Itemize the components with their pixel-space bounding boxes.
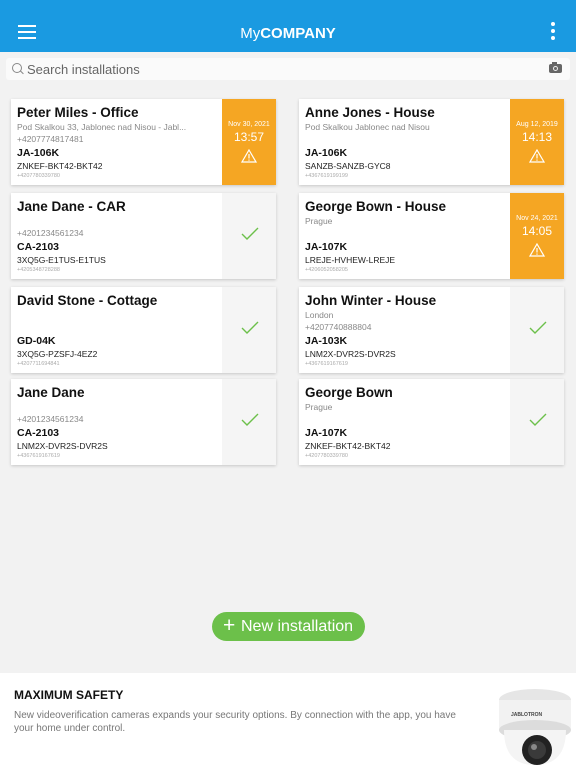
installation-card[interactable]: John Winter - House London +4207740888804 J… — [299, 287, 564, 373]
installation-model: JA-106K — [305, 147, 348, 159]
installation-title: Jane Dane - CAR — [17, 199, 126, 214]
installation-phone: +4207774817481 — [17, 134, 84, 144]
alert-date: Aug 12, 2019 — [516, 121, 558, 128]
installation-phone: +4201234561234 — [17, 228, 84, 238]
security-camera-icon: JABLOTRON — [499, 689, 571, 765]
camera-brand-text: JABLOTRON — [511, 712, 543, 718]
installation-model: CA-2103 — [17, 241, 60, 253]
installation-code: ZNKEF-BKT42-BKT42 — [17, 161, 103, 171]
installation-registration: +4367619167619 — [17, 453, 60, 459]
installation-registration: +4207780339780 — [305, 453, 348, 459]
installation-card[interactable]: David Stone - Cottage GD-04K 3XQ5G-PZSFJ-4… — [11, 287, 276, 373]
status-panel-ok — [222, 379, 276, 465]
installation-phone: +4207740888804 — [305, 322, 372, 332]
camera-icon[interactable] — [549, 62, 562, 73]
check-icon — [529, 321, 547, 334]
installation-card[interactable]: Jane Dane +4201234561234 CA-2103 LNM2X-DVR2… — [11, 379, 276, 465]
status-panel-ok — [222, 193, 276, 279]
installation-model: GD-04K — [17, 335, 56, 347]
installation-model: JA-103K — [305, 335, 348, 347]
status-panel-ok — [510, 287, 564, 373]
alert-time: 14:05 — [521, 224, 553, 238]
warning-icon — [529, 149, 545, 163]
installation-code: ZNKEF-BKT42-BKT42 — [305, 441, 391, 451]
promo-text: New videoverification cameras expands yo… — [14, 710, 456, 734]
warning-icon — [529, 243, 545, 257]
search-bar — [6, 58, 570, 80]
check-icon — [241, 413, 259, 426]
installation-registration: +4205348728288 — [17, 267, 60, 273]
alert-date: Nov 24, 2021 — [516, 215, 558, 222]
installation-code: 3XQ5G-PZSFJ-4EZ2 — [17, 349, 98, 359]
check-icon — [241, 227, 259, 240]
installation-title: Anne Jones - House — [305, 105, 435, 120]
installation-registration: +4207780339780 — [17, 173, 60, 179]
installation-model: JA-106K — [17, 147, 60, 159]
top-app-bar: MyCOMPANY — [0, 0, 576, 52]
installation-model: CA-2103 — [17, 427, 60, 439]
installation-title: George Bown — [305, 385, 393, 400]
installation-code: SANZB-SANZB-GYC8 — [305, 161, 391, 171]
installation-title: David Stone - Cottage — [17, 293, 158, 308]
installation-model: JA-107K — [305, 241, 348, 253]
installation-code: LNM2X-DVR2S-DVR2S — [17, 441, 108, 451]
installation-model: JA-107K — [305, 427, 348, 439]
installation-code: LREJE-HVHEW-LREJE — [305, 255, 396, 265]
installation-registration: +4367619199199 — [305, 173, 348, 179]
warning-icon — [241, 149, 257, 163]
installation-card[interactable]: Jane Dane - CAR +4201234561234 CA-2103 3XQ5… — [11, 193, 276, 279]
brand-logo: MyCOMPANY — [0, 25, 576, 42]
new-installation-label: New installation — [241, 618, 354, 635]
brand-light: My — [240, 25, 261, 42]
installation-address: Prague — [305, 402, 333, 412]
alert-time: 13:57 — [233, 130, 265, 144]
installation-address: Pod Skalkou 33, Jablonec nad Nisou - Jab… — [17, 122, 187, 132]
installation-card[interactable]: George Bown - House Prague JA-107K LREJE-HV… — [299, 193, 564, 279]
installation-registration: +4207711694841 — [17, 361, 60, 367]
check-icon — [529, 413, 547, 426]
installation-title: George Bown - House — [305, 199, 447, 214]
status-panel-alert: Aug 12, 2019 14:13 — [510, 99, 564, 185]
installation-address: Pod Skalkou Jablonec nad Nisou — [305, 122, 430, 132]
installation-code: 3XQ5G-E1TUS-E1TUS — [17, 255, 106, 265]
installation-card[interactable]: Peter Miles - Office Pod Skalkou 33, Jabl… — [11, 99, 276, 185]
installation-address: London — [305, 310, 334, 320]
installation-title: Peter Miles - Office — [17, 105, 139, 120]
installation-card[interactable]: George Bown Prague JA-107K ZNKEF-BKT42-BKT4… — [299, 379, 564, 465]
search-input[interactable] — [27, 60, 527, 78]
new-installation-button[interactable]: + New installation — [212, 612, 365, 641]
status-panel-alert: Nov 30, 2021 13:57 — [222, 99, 276, 185]
status-panel-ok — [510, 379, 564, 465]
check-icon — [241, 321, 259, 334]
installation-registration: +4206052058205 — [305, 267, 348, 273]
installation-title: John Winter - House — [305, 293, 437, 308]
installation-code: LNM2X-DVR2S-DVR2S — [305, 349, 396, 359]
promo-title: MAXIMUM SAFETY — [14, 688, 124, 702]
installation-card[interactable]: Anne Jones - House Pod Skalkou Jablonec n… — [299, 99, 564, 185]
alert-time: 14:13 — [521, 130, 553, 144]
search-icon — [12, 63, 22, 73]
alert-date: Nov 30, 2021 — [228, 121, 270, 128]
installation-title: Jane Dane — [17, 385, 85, 400]
more-options-icon[interactable] — [551, 22, 556, 43]
status-panel-alert: Nov 24, 2021 14:05 — [510, 193, 564, 279]
installation-address: Prague — [305, 216, 333, 226]
promo-banner[interactable]: MAXIMUM SAFETY New videoverification cam… — [0, 673, 576, 768]
installation-registration: +4367619167619 — [305, 361, 348, 367]
plus-icon: + — [223, 614, 236, 637]
brand-bold: COMPANY — [260, 25, 336, 42]
installation-phone: +4201234561234 — [17, 414, 84, 424]
status-panel-ok — [222, 287, 276, 373]
